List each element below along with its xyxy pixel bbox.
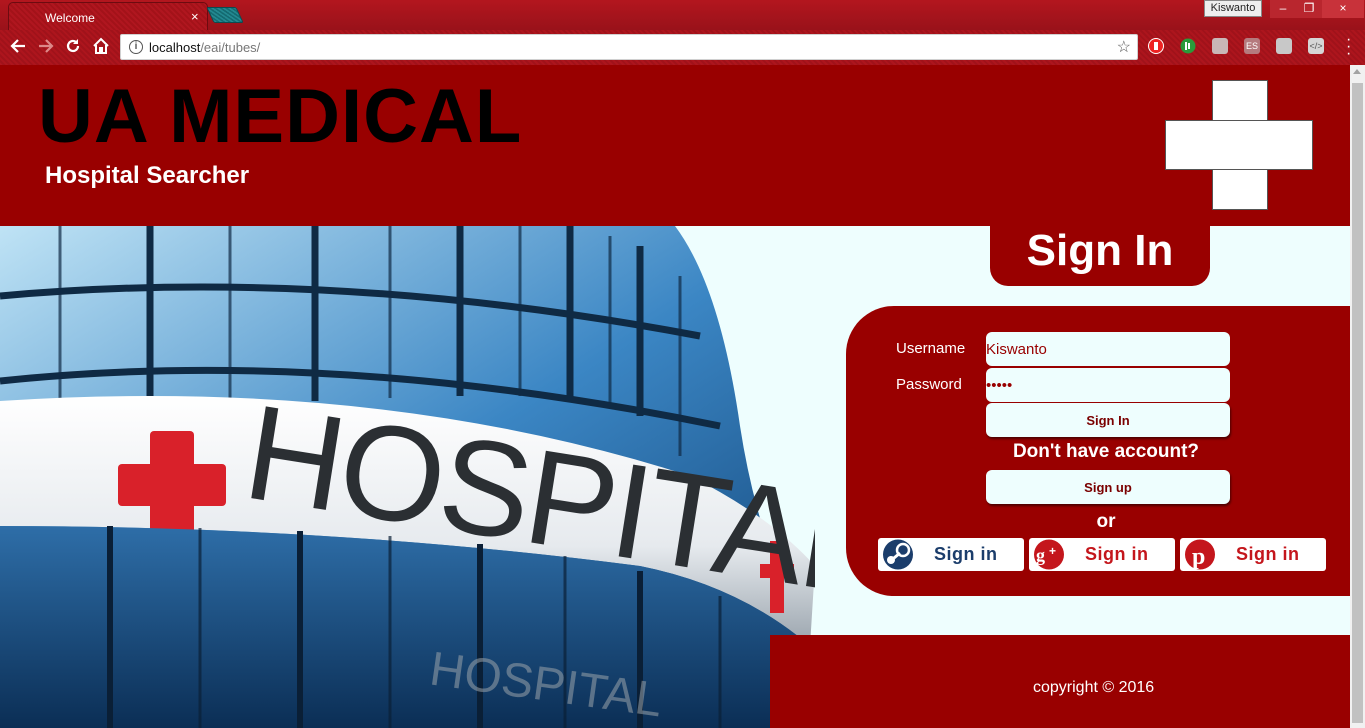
forward-arrow-icon[interactable]: [36, 37, 56, 57]
home-icon[interactable]: [91, 37, 111, 57]
close-window-button[interactable]: ×: [1322, 0, 1364, 18]
page: UA MEDICAL Hospital Searcher HOSPITAL HO…: [0, 65, 1350, 728]
grid-extension-icon[interactable]: [1276, 38, 1292, 54]
tab-close-icon[interactable]: ×: [191, 9, 199, 24]
copyright-text: copyright © 2016: [1033, 679, 1155, 696]
brand-title: UA MEDICAL: [38, 74, 523, 159]
code-extension-icon[interactable]: </>: [1308, 38, 1324, 54]
browser-tab-bar: Welcome × Kiswanto – ❐ ×: [0, 0, 1365, 30]
info-icon[interactable]: i: [129, 40, 143, 54]
signin-button[interactable]: Sign In: [986, 403, 1230, 437]
bookmark-star-icon[interactable]: ☆: [1117, 37, 1131, 57]
steam-signin-label: Sign in: [934, 544, 998, 564]
svg-text:p: p: [1192, 544, 1205, 570]
scrollbar[interactable]: [1350, 65, 1365, 728]
scroll-thumb[interactable]: [1352, 83, 1363, 723]
menu-icon[interactable]: · · ·: [1346, 32, 1351, 62]
site-header: UA MEDICAL Hospital Searcher: [0, 65, 1350, 226]
browser-toolbar: i localhost/eai/tubes/ ☆ ES </> · · ·: [0, 30, 1365, 65]
signup-button[interactable]: Sign up: [986, 470, 1230, 504]
green-extension-icon[interactable]: [1180, 38, 1196, 54]
scroll-up-arrow-icon[interactable]: [1353, 69, 1361, 74]
steam-icon: [878, 538, 918, 571]
pinterest-icon: p: [1180, 538, 1220, 571]
google-plus-signin-button[interactable]: g + Sign in: [1029, 538, 1175, 571]
url-text: localhost/eai/tubes/: [149, 40, 261, 55]
hospital-building-image: HOSPITAL HOSPITAL: [0, 226, 815, 728]
steam-signin-button[interactable]: Sign in: [878, 538, 1024, 571]
no-account-text: Don't have account?: [1012, 441, 1200, 462]
svg-text:+: +: [1049, 544, 1056, 558]
minimize-button[interactable]: –: [1270, 0, 1296, 18]
or-divider: or: [1096, 511, 1116, 532]
address-bar[interactable]: i localhost/eai/tubes/ ☆: [120, 34, 1138, 60]
pinterest-signin-label: Sign in: [1236, 544, 1300, 564]
username-input[interactable]: [986, 332, 1230, 366]
new-tab-button[interactable]: [206, 7, 244, 23]
pinterest-signin-button[interactable]: p Sign in: [1180, 538, 1326, 571]
medical-cross-logo-icon: [1165, 80, 1313, 210]
username-label: Username: [896, 340, 966, 357]
shield-extension-icon[interactable]: [1148, 38, 1164, 54]
tab-title: Welcome: [45, 11, 95, 25]
signin-heading: Sign In: [990, 226, 1210, 286]
svg-text:g: g: [1036, 545, 1045, 565]
password-label: Password: [896, 376, 962, 393]
google-plus-signin-label: Sign in: [1085, 544, 1149, 564]
es-extension-icon[interactable]: ES: [1244, 38, 1260, 54]
site-footer: copyright © 2016: [770, 635, 1350, 728]
google-plus-icon: g +: [1029, 538, 1069, 571]
extension-icon[interactable]: [1212, 38, 1228, 54]
back-arrow-icon[interactable]: [8, 37, 28, 57]
maximize-button[interactable]: ❐: [1296, 0, 1322, 18]
reload-icon[interactable]: [63, 37, 83, 57]
browser-tab[interactable]: Welcome ×: [8, 2, 208, 30]
profile-button[interactable]: Kiswanto: [1204, 0, 1262, 17]
brand-subtitle: Hospital Searcher: [45, 162, 250, 189]
signin-panel: Username Password Sign In Don't have acc…: [846, 306, 1350, 596]
password-input[interactable]: [986, 368, 1230, 402]
